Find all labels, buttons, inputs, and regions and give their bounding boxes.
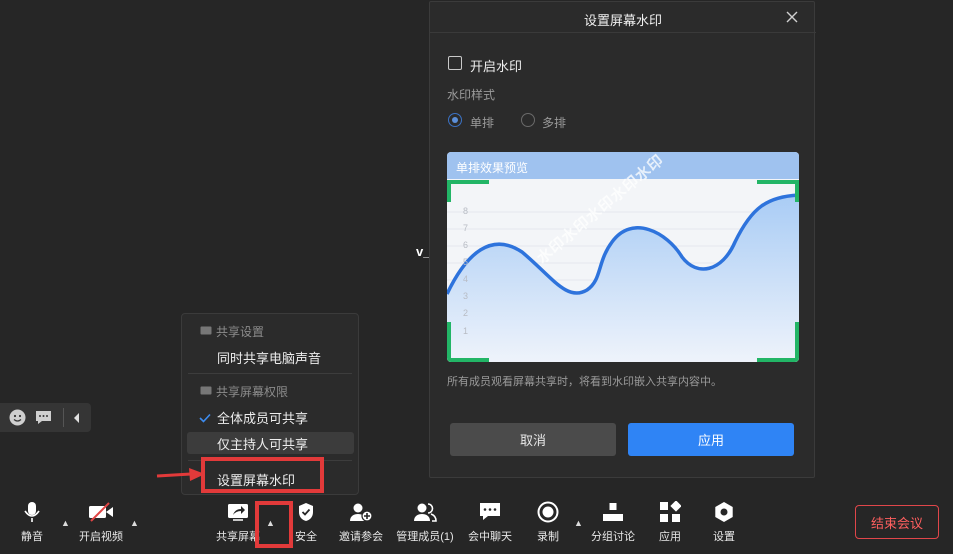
gear-icon [713,501,735,526]
apps-button[interactable]: 应用 [656,498,684,544]
checkmark-icon [199,410,211,428]
breakout-icon [602,502,624,525]
enable-watermark-checkbox[interactable] [448,56,462,70]
close-icon[interactable] [786,6,798,28]
invite-label: 邀请参会 [339,531,383,543]
end-meeting-button[interactable]: 结束会议 [855,505,939,539]
mute-button[interactable]: 静音 [18,498,46,544]
record-button[interactable]: 录制 [534,498,562,544]
chat-icon [479,502,501,525]
share-screen-icon [227,503,249,524]
chat-button[interactable]: 会中聊天 [466,498,514,544]
manage-members-label: 管理成员(1) [396,531,454,543]
breakout-label: 分组讨论 [591,531,635,543]
menu-section-share-permission: 共享屏幕权限 [200,383,288,400]
menu-divider [188,373,352,374]
share-screen-label: 共享屏幕 [216,531,260,543]
annotation-highlight-box [201,457,324,493]
watermark-style-label: 水印样式 [447,88,496,102]
watermark-description: 所有成员观看屏幕共享时，将看到水印嵌入共享内容中。 [447,376,722,388]
microphone-icon [24,501,40,526]
security-label: 安全 [295,531,317,543]
manage-members-button[interactable]: 管理成员(1) [395,498,455,544]
video-options-caret-icon[interactable]: ▲ [130,518,139,528]
mute-label: 静音 [21,531,43,543]
shield-icon [297,502,315,525]
radio-multi-row-label[interactable]: 多排 [542,114,566,131]
radio-single-row[interactable] [448,113,462,127]
radio-multi-row[interactable] [521,113,535,127]
record-icon [537,501,559,526]
apps-icon [659,499,682,526]
breakout-button[interactable]: 分组讨论 [589,498,637,544]
emoji-icon[interactable] [9,409,26,431]
mute-options-caret-icon[interactable]: ▲ [61,518,70,528]
annotation-caret-box [255,501,293,548]
invite-button[interactable]: 邀请参会 [336,498,386,544]
record-label: 录制 [537,531,559,543]
apply-button[interactable]: 应用 [628,423,794,456]
settings-label: 设置 [713,531,735,543]
collapse-icon[interactable] [72,411,80,429]
record-options-caret-icon[interactable]: ▲ [574,518,583,528]
dialog-title: 设置屏幕水印 [583,13,662,28]
share-permission-icon [200,385,212,399]
chat-bubble-icon[interactable] [35,410,52,430]
dialog-divider [430,32,816,33]
menu-item-all-members-share[interactable]: 全体成员可共享 [217,408,308,427]
settings-button[interactable]: 设置 [710,498,738,544]
annotation-arrow-icon [155,467,207,488]
cancel-button[interactable]: 取消 [450,423,616,456]
divider [63,408,64,427]
enable-watermark-label[interactable]: 开启水印 [470,56,522,75]
reaction-bar [0,403,91,432]
add-user-icon [349,502,373,525]
video-button[interactable]: 开启视频 [75,498,127,544]
menu-section-share-settings: 共享设置 [200,323,264,340]
security-button[interactable]: 安全 [292,498,320,544]
radio-single-row-label[interactable]: 单排 [470,114,494,131]
apps-label: 应用 [659,531,681,543]
video-off-icon [88,501,114,525]
members-icon [413,502,437,525]
chat-label: 会中聊天 [468,531,512,543]
watermark-preview: 单排效果预览 8 7 6 5 4 3 2 1 水印水印水印水印水印 [447,152,799,362]
watermark-dialog: 设置屏幕水印 开启水印 水印样式 单排 多排 单排效果预览 8 7 6 5 4 … [429,1,816,478]
share-settings-icon [200,325,212,339]
menu-item-host-only-share[interactable]: 仅主持人可共享 [217,434,308,453]
video-label: 开启视频 [79,531,123,543]
meeting-toolbar: 静音 开启视频 共享屏幕 安全 邀请参会 管理成员(1) 会中聊天 录制 分组讨… [0,496,953,554]
menu-item-share-computer-audio[interactable]: 同时共享电脑声音 [217,348,321,367]
